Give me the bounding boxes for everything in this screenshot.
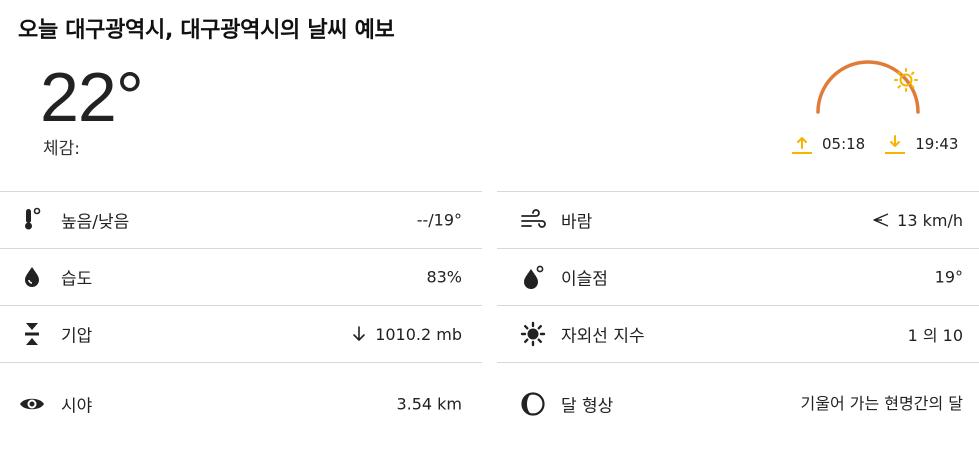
humidity-drop-icon <box>25 267 39 287</box>
current-temperature: 22° <box>40 58 144 136</box>
pressure-value: 1010.2 mb <box>375 324 462 344</box>
sunset-time: 19:43 <box>915 135 959 153</box>
details-left-column: 높음/낮음 --/19° 습도 83% 기압 1010.2 mb 시야 3.54… <box>0 191 482 444</box>
page-title: 오늘 대구광역시, 대구광역시의 날씨 예보 <box>18 18 395 43</box>
wind-icon <box>521 209 546 228</box>
detail-label: 자외선 지수 <box>561 326 645 347</box>
detail-row-wind: 바람 13 km/h <box>497 191 979 248</box>
detail-label: 달 형상 <box>561 396 614 416</box>
detail-label: 이슬점 <box>561 269 608 290</box>
detail-value: 19° <box>934 267 963 287</box>
detail-row-moon-phase: 달 형상 기울어 가는 현명간의 달 <box>497 362 979 444</box>
detail-label: 바람 <box>561 212 593 233</box>
detail-value: 기울어 가는 현명간의 달 <box>800 393 963 413</box>
sunrise-icon <box>792 137 812 154</box>
detail-value: 83% <box>426 267 462 287</box>
wind-direction-icon <box>873 213 889 227</box>
detail-value: 1010.2 mb <box>349 324 462 344</box>
sun-arc-icon <box>816 60 920 114</box>
thermometer-icon <box>25 207 41 230</box>
detail-row-humidity: 습도 83% <box>0 248 482 305</box>
detail-value: --/19° <box>416 210 462 230</box>
detail-row-visibility: 시야 3.54 km <box>0 362 482 444</box>
detail-label: 습도 <box>61 269 93 290</box>
detail-value: 3.54 km <box>396 394 462 413</box>
arrow-down-icon <box>353 326 365 341</box>
wind-value: 13 km/h <box>897 210 963 230</box>
details-right-column: 바람 13 km/h 이슬점 19° 자외선 지수 1 의 10 달 형상 기울… <box>497 191 979 444</box>
sunrise-time: 05:18 <box>822 135 866 153</box>
detail-label: 높음/낮음 <box>61 212 130 233</box>
detail-row-dew-point: 이슬점 19° <box>497 248 979 305</box>
eye-icon <box>20 398 44 409</box>
sun-times: 05:18 19:43 <box>790 132 958 156</box>
uv-sun-icon <box>520 321 546 347</box>
feels-like-label: 체감: <box>43 139 81 159</box>
pressure-icon <box>25 323 39 345</box>
detail-label: 기압 <box>61 326 93 347</box>
moon-phase-icon <box>521 391 545 416</box>
detail-value: 13 km/h <box>871 210 963 230</box>
detail-value: 1 의 10 <box>907 326 963 345</box>
detail-row-uv-index: 자외선 지수 1 의 10 <box>497 305 979 362</box>
detail-row-pressure: 기압 1010.2 mb <box>0 305 482 362</box>
sunset-icon <box>885 135 906 154</box>
detail-label: 시야 <box>61 396 93 416</box>
dew-point-icon <box>524 265 544 289</box>
detail-row-high-low: 높음/낮음 --/19° <box>0 191 482 248</box>
